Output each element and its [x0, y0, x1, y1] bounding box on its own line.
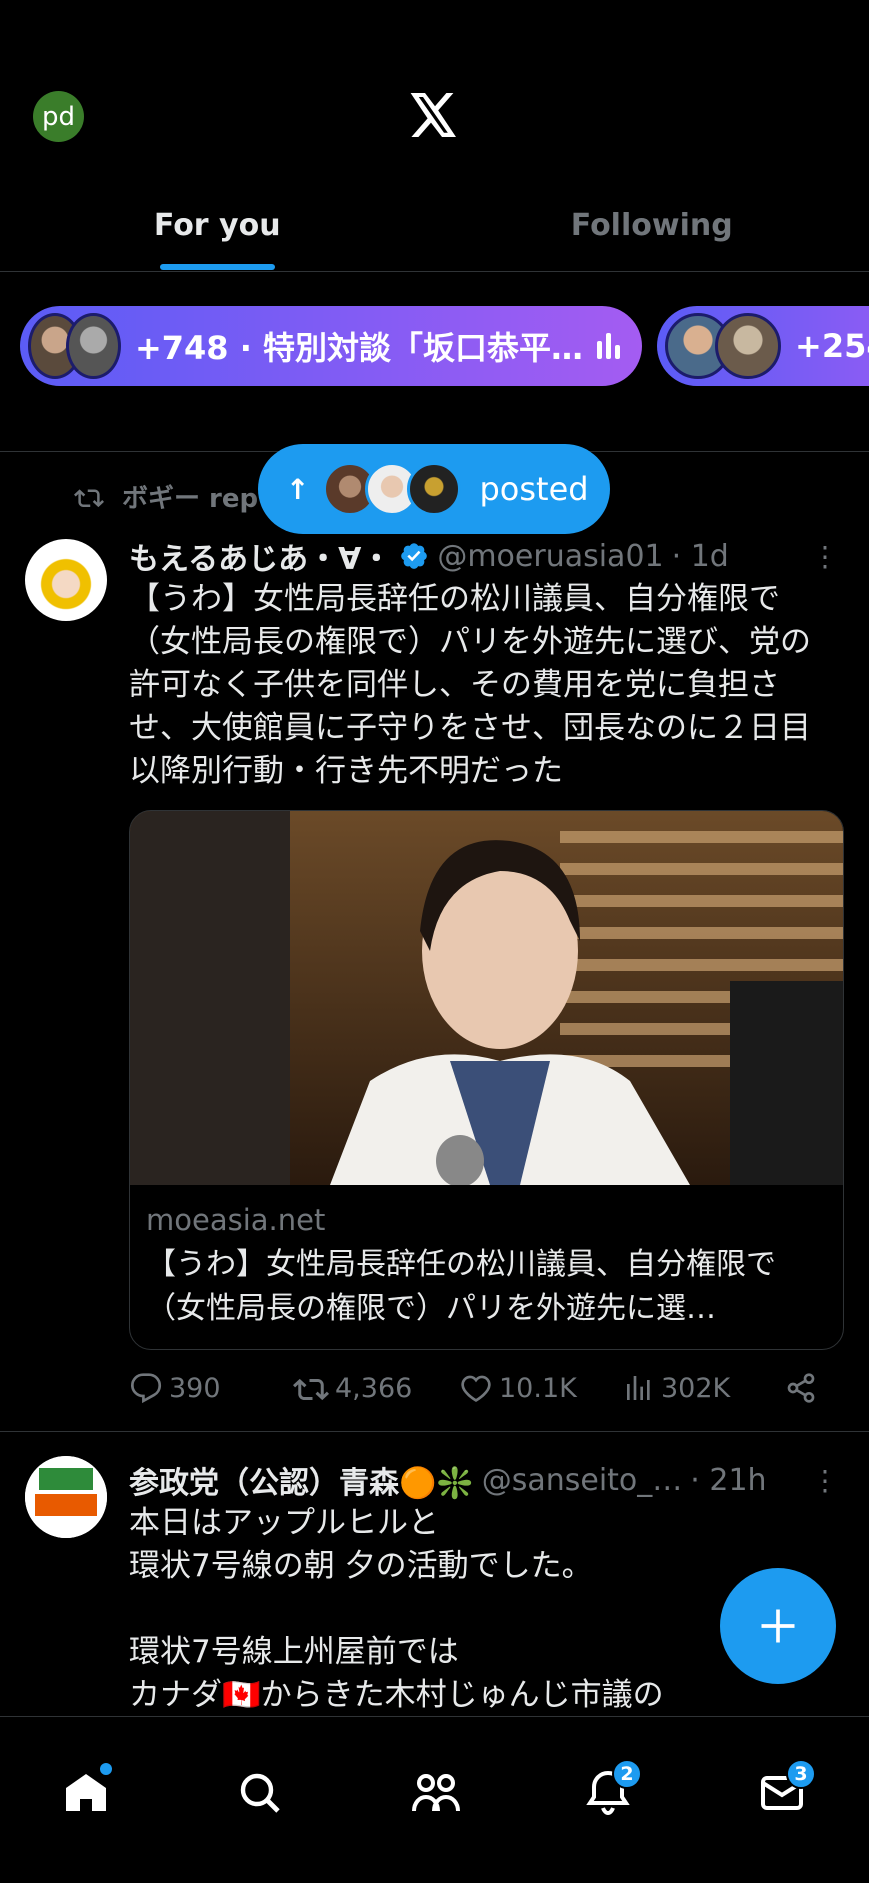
space-host-avatar [715, 313, 781, 379]
tab-following[interactable]: Following [435, 196, 869, 272]
share-icon [787, 1373, 815, 1403]
space-title: +748 · 特別対談「坂口恭平… [134, 329, 583, 367]
space-title: +254 [795, 327, 869, 365]
poster-avatar [407, 462, 462, 516]
author-handle[interactable]: @sanseito_… [482, 1463, 683, 1498]
repost-icon [74, 488, 104, 507]
author-handle[interactable]: @moeruasia01 [437, 539, 663, 574]
tweet-header: 参政党（公認）青森🟠❇️ @sanseito_… · 21h ⋮ [129, 1458, 839, 1502]
communities-icon [412, 1774, 460, 1812]
notifications-badge: 2 [612, 1759, 642, 1789]
views-count: 302K [661, 1372, 731, 1404]
tweet-header: もえるあじあ・∀・ @moeruasia01 · 1d ⋮ [129, 534, 839, 578]
tweet-text-line: 本日はアップルヒルと [129, 1505, 439, 1541]
nav-notifications[interactable]: 2 [584, 1759, 642, 1821]
link-card-image [130, 811, 843, 1185]
active-tab-indicator [160, 264, 276, 270]
spaces-bar: +748 · 特別対談「坂口恭平… +254 [0, 272, 869, 422]
messages-badge: 3 [786, 1759, 816, 1789]
search-icon [240, 1773, 280, 1813]
repost-context: ボギー rep [74, 478, 258, 515]
reply-button[interactable]: 390 [129, 1372, 221, 1404]
tweet[interactable]: ボギー rep もえるあじあ・∀・ @moeruasia01 · 1d ⋮ 【う… [0, 452, 869, 1432]
tweet[interactable]: 参政党（公認）青森🟠❇️ @sanseito_… · 21h ⋮ 本日はアップル… [0, 1432, 869, 1722]
tweet-actions: 390 4,366 10.1K 302K [129, 1364, 819, 1412]
link-card[interactable]: moeasia.net 【うわ】女性局長辞任の松川議員、自分権限で（女性局長の権… [129, 810, 844, 1350]
top-header: pd For you Following [0, 0, 869, 272]
profile-avatar[interactable]: pd [33, 91, 84, 142]
author-name[interactable]: もえるあじあ・∀・ [129, 534, 391, 578]
nav-home[interactable] [62, 1763, 112, 1821]
heart-icon [461, 1375, 491, 1402]
views-button[interactable]: 302K [623, 1372, 730, 1404]
bottom-nav: 2 3 [0, 1716, 869, 1883]
author-name[interactable]: 参政党（公認）青森🟠❇️ [129, 1458, 474, 1502]
home-icon [66, 1774, 106, 1811]
tweet-text-line: 環状7号線の朝 夕の活動でした。 [129, 1548, 593, 1584]
verified-badge-icon [401, 543, 428, 569]
sanseito-logo [25, 1456, 107, 1538]
nav-search[interactable] [236, 1769, 284, 1821]
arrow-up-icon: ↑ [286, 472, 310, 506]
more-options-icon[interactable]: ⋮ [811, 540, 839, 573]
tab-label: For you [153, 208, 281, 243]
tweet-time: · 21h [690, 1462, 767, 1498]
views-chart-icon [627, 1376, 650, 1400]
reply-icon [130, 1373, 162, 1404]
repost-count: 4,366 [335, 1372, 413, 1404]
plus-icon [761, 1609, 795, 1643]
nav-communities[interactable] [410, 1769, 462, 1821]
tweet-text-line: カナダ🇨🇦からきた木村じゅんじ市議の [129, 1677, 664, 1713]
news-photo [130, 811, 843, 1185]
tweet-time: · 1d [671, 538, 729, 574]
like-count: 10.1K [499, 1372, 577, 1404]
author-avatar[interactable] [25, 1456, 107, 1538]
new-posts-label: posted [479, 470, 589, 508]
repost-icon [293, 1378, 329, 1401]
reply-count: 390 [169, 1372, 221, 1404]
audio-equalizer-icon [597, 333, 620, 359]
home-unread-dot [100, 1763, 112, 1775]
poster-avatars [323, 462, 462, 516]
tab-for-you[interactable]: For you [0, 196, 435, 272]
reposted-by: ボギー rep [122, 484, 259, 514]
link-card-title: 【うわ】女性局長辞任の松川議員、自分権限で（女性局長の権限で）パリを外遊先に選… [146, 1247, 776, 1326]
space-host-avatar [66, 313, 121, 379]
new-posts-pill[interactable]: ↑ posted [258, 444, 610, 534]
tweet-text: 【うわ】女性局長辞任の松川議員、自分権限で（女性局長の権限で）パリを外遊先に選び… [129, 581, 811, 789]
space-pill[interactable]: +748 · 特別対談「坂口恭平… [20, 306, 642, 386]
x-logo-icon[interactable] [410, 93, 458, 137]
space-pill[interactable]: +254 [657, 306, 869, 386]
link-card-domain: moeasia.net [146, 1203, 326, 1237]
compose-button[interactable] [720, 1568, 836, 1684]
like-button[interactable]: 10.1K [459, 1372, 577, 1404]
more-options-icon[interactable]: ⋮ [811, 1464, 839, 1497]
nav-messages[interactable]: 3 [758, 1759, 816, 1821]
timeline-tabs: For you Following [0, 196, 869, 272]
share-button[interactable] [785, 1372, 817, 1404]
author-avatar[interactable] [25, 539, 107, 621]
tab-label: Following [570, 208, 733, 243]
repost-button[interactable]: 4,366 [293, 1372, 412, 1404]
